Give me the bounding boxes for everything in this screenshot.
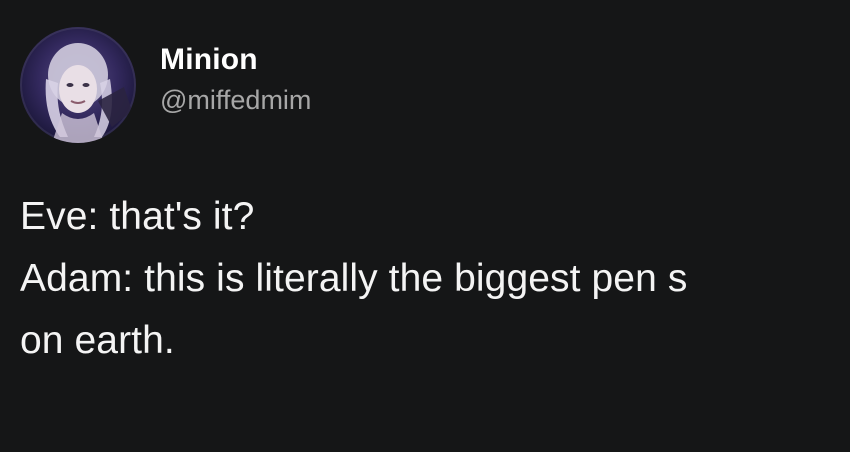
avatar[interactable] bbox=[20, 27, 136, 143]
tweet-line: on earth. bbox=[20, 319, 175, 362]
author-handle[interactable]: @miffedmim bbox=[160, 84, 311, 116]
tweet-line: Adam: this is literally the biggest pen … bbox=[20, 257, 688, 300]
avatar-photo-icon bbox=[45, 43, 132, 143]
tweet-text: Eve: that's it? Adam: this is literally … bbox=[20, 186, 840, 372]
author-display-name[interactable]: Minion bbox=[160, 43, 258, 77]
tweet-line: Eve: that's it? bbox=[20, 195, 255, 238]
tweet-card: Minion @miffedmim Eve: that's it? Adam: … bbox=[0, 0, 850, 452]
